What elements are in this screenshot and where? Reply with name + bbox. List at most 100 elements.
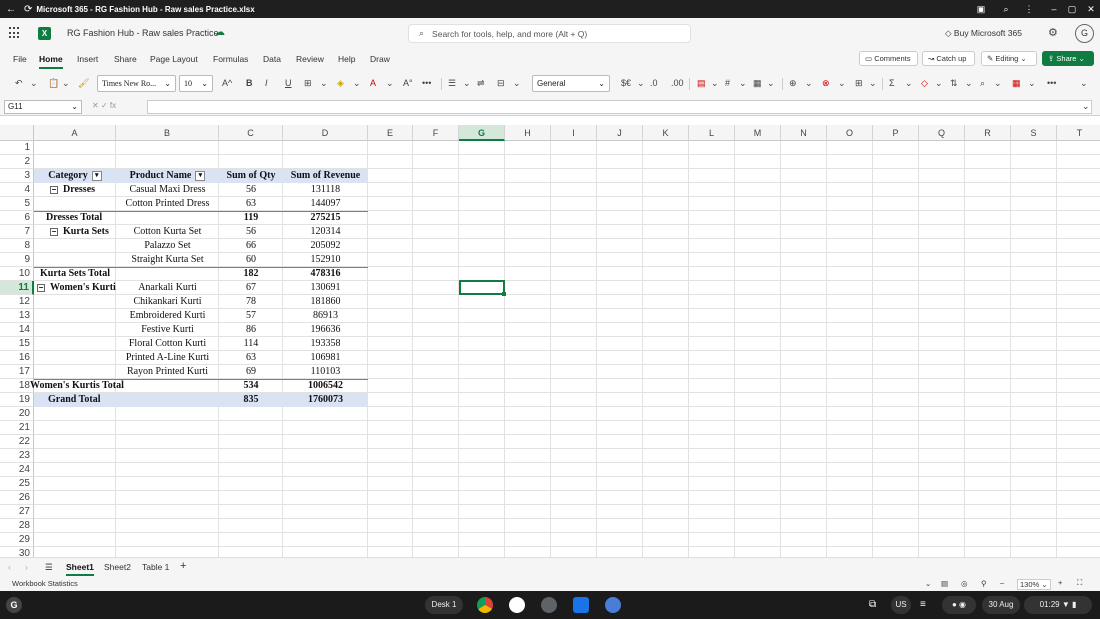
sheet-tab-table1[interactable]: Table 1 bbox=[142, 562, 169, 572]
zoom-out-icon[interactable]: – bbox=[1000, 578, 1004, 587]
row-header-6[interactable]: 6 bbox=[0, 211, 34, 225]
tab-share[interactable]: Share bbox=[114, 54, 137, 64]
excel-logo-icon[interactable]: X bbox=[38, 27, 51, 40]
row-header-5[interactable]: 5 bbox=[0, 197, 34, 211]
cell-c9[interactable]: 60 bbox=[219, 253, 283, 267]
insert-dropdown-icon[interactable]: ⌄ bbox=[805, 78, 813, 89]
catch-up-button[interactable]: ↝ Catch up bbox=[922, 51, 975, 66]
name-box[interactable]: G11 ⌄ bbox=[4, 100, 82, 114]
column-header-a[interactable]: A bbox=[34, 125, 116, 141]
cell-c14[interactable]: 86 bbox=[219, 323, 283, 337]
tab-strip-icon[interactable]: ▣ bbox=[972, 0, 990, 18]
row-header-16[interactable]: 16 bbox=[0, 351, 34, 365]
cell-c3[interactable]: Sum of Qty bbox=[219, 169, 283, 183]
cell-c19[interactable]: 835 bbox=[219, 393, 283, 407]
collapse-icon[interactable]: − bbox=[50, 185, 58, 194]
cell-b4[interactable]: Casual Maxi Dress bbox=[116, 183, 219, 197]
sort-filter-icon[interactable]: ⇅ bbox=[950, 78, 958, 89]
confirm-icon[interactable]: ✓ bbox=[101, 101, 108, 110]
format-table-icon[interactable]: # bbox=[725, 78, 730, 88]
cell-a19[interactable]: Grand Total bbox=[34, 393, 116, 407]
merge-icon[interactable]: ⊟ bbox=[497, 78, 505, 89]
next-sheet-icon[interactable]: › bbox=[25, 562, 28, 572]
increase-font-icon[interactable]: A^ bbox=[222, 78, 232, 88]
column-header-e[interactable]: E bbox=[368, 125, 413, 141]
row-header-28[interactable]: 28 bbox=[0, 519, 34, 533]
cell-b3[interactable]: Product Name ▾ bbox=[116, 169, 219, 183]
cell-a10[interactable]: Kurta Sets Total bbox=[34, 267, 116, 281]
saved-cloud-icon[interactable]: ☁ bbox=[215, 27, 225, 38]
tab-review[interactable]: Review bbox=[296, 54, 324, 64]
cell-a6[interactable]: Dresses Total bbox=[34, 211, 116, 225]
media-icon[interactable]: ≡ bbox=[920, 599, 926, 610]
buy-m365-link[interactable]: ◇ Buy Microsoft 365 bbox=[945, 28, 1022, 39]
cell-d6[interactable]: 275215 bbox=[283, 211, 368, 225]
row-header-3[interactable]: 3 bbox=[0, 169, 34, 183]
column-header-n[interactable]: N bbox=[781, 125, 827, 141]
column-header-s[interactable]: S bbox=[1011, 125, 1057, 141]
cancel-icon[interactable]: ✕ bbox=[92, 101, 99, 110]
conditional-format-icon[interactable]: ▤ bbox=[697, 78, 706, 89]
column-header-r[interactable]: R bbox=[965, 125, 1011, 141]
row-header-12[interactable]: 12 bbox=[0, 295, 34, 309]
zoom-icon[interactable]: ⌕ bbox=[997, 0, 1015, 18]
prev-sheet-icon[interactable]: ‹ bbox=[8, 562, 11, 572]
tab-home[interactable]: Home bbox=[39, 54, 63, 69]
cell-c8[interactable]: 66 bbox=[219, 239, 283, 253]
cell-c15[interactable]: 114 bbox=[219, 337, 283, 351]
column-header-b[interactable]: B bbox=[116, 125, 219, 141]
row-header-20[interactable]: 20 bbox=[0, 407, 34, 421]
cell-a4[interactable]: − Dresses bbox=[34, 183, 116, 197]
row-header-18[interactable]: 18 bbox=[0, 379, 34, 393]
decrease-decimal-icon[interactable]: .0 bbox=[650, 78, 658, 88]
cell-b17[interactable]: Rayon Printed Kurti bbox=[116, 365, 219, 379]
conditional-dropdown-icon[interactable]: ⌄ bbox=[711, 78, 719, 89]
merge-dropdown-icon[interactable]: ⌄ bbox=[513, 78, 521, 89]
cell-c16[interactable]: 63 bbox=[219, 351, 283, 365]
fill-dropdown-icon[interactable]: ⌄ bbox=[353, 78, 361, 89]
row-header-22[interactable]: 22 bbox=[0, 435, 34, 449]
tab-view[interactable]: Help bbox=[338, 54, 355, 64]
font-name-select[interactable]: Times New Ro... ⌄ bbox=[97, 75, 176, 92]
document-name[interactable]: RG Fashion Hub - Raw sales Practice bbox=[67, 28, 219, 38]
accessibility-icon[interactable]: ◎ bbox=[961, 579, 968, 588]
workbook-statistics[interactable]: Workbook Statistics bbox=[12, 579, 78, 588]
add-ins-icon[interactable]: ▦ bbox=[1012, 78, 1021, 89]
cell-c5[interactable]: 63 bbox=[219, 197, 283, 211]
search-box[interactable]: ⌕ Search for tools, help, and more (Alt … bbox=[408, 24, 691, 43]
align-dropdown-icon[interactable]: ⌄ bbox=[463, 78, 471, 89]
cell-d8[interactable]: 205092 bbox=[283, 239, 368, 253]
tab-data[interactable]: Data bbox=[263, 54, 281, 64]
tab-file[interactable]: File bbox=[13, 54, 27, 64]
row-header-14[interactable]: 14 bbox=[0, 323, 34, 337]
cell-b15[interactable]: Floral Cotton Kurti bbox=[116, 337, 219, 351]
minimize-icon[interactable]: – bbox=[1045, 0, 1063, 18]
column-header-k[interactable]: K bbox=[643, 125, 689, 141]
format-dropdown-icon[interactable]: ⌄ bbox=[869, 78, 877, 89]
close-icon[interactable]: ✕ bbox=[1082, 0, 1100, 18]
autosum-icon[interactable]: Σ bbox=[889, 78, 895, 88]
cell-a3[interactable]: Category ▾ bbox=[34, 169, 116, 183]
borders-icon[interactable]: ⊞ bbox=[304, 78, 312, 89]
cell-a18[interactable]: Women's Kurtis Total bbox=[30, 379, 140, 393]
cell-c18[interactable]: 534 bbox=[219, 379, 283, 393]
settings-gear-icon[interactable]: ⚙ bbox=[1048, 26, 1058, 39]
column-header-l[interactable]: L bbox=[689, 125, 735, 141]
cell-d4[interactable]: 131118 bbox=[283, 183, 368, 197]
tab-formulas[interactable]: Formulas bbox=[213, 54, 248, 64]
collapse-icon[interactable]: − bbox=[37, 283, 45, 292]
currency-icon[interactable]: $€ bbox=[621, 78, 631, 88]
cell-b7[interactable]: Cotton Kurta Set bbox=[116, 225, 219, 239]
more-font-icon[interactable]: ••• bbox=[422, 78, 431, 88]
insert-cells-icon[interactable]: ⊕ bbox=[789, 78, 797, 89]
cell-b12[interactable]: Chikankari Kurti bbox=[116, 295, 219, 309]
cell-c17[interactable]: 69 bbox=[219, 365, 283, 379]
undo-icon[interactable]: ↶ bbox=[15, 78, 23, 89]
text-effects-icon[interactable]: A° bbox=[403, 78, 413, 88]
cell-b14[interactable]: Festive Kurti bbox=[116, 323, 219, 337]
currency-dropdown-icon[interactable]: ⌄ bbox=[637, 78, 645, 89]
row-header-23[interactable]: 23 bbox=[0, 449, 34, 463]
expand-formula-icon[interactable]: ⌄ bbox=[1082, 101, 1090, 112]
share-button[interactable]: ⇪ Share ⌄ bbox=[1042, 51, 1094, 66]
delete-dropdown-icon[interactable]: ⌄ bbox=[838, 78, 846, 89]
